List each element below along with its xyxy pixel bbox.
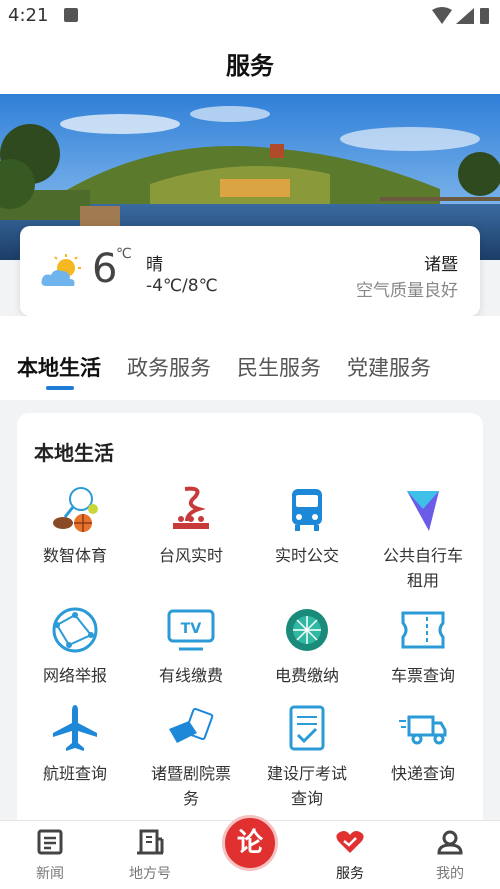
active-tab-indicator bbox=[46, 386, 74, 390]
weather-card[interactable]: 6 ℃ 晴 -4℃/8℃ 诸暨 空气质量良好 bbox=[20, 226, 480, 316]
service-label: 电费缴纳 bbox=[274, 666, 339, 685]
temperature-value: 6 bbox=[92, 246, 118, 292]
delivery-truck-icon bbox=[399, 715, 447, 745]
service-flight[interactable]: 航班查询 bbox=[17, 703, 133, 786]
bike-arrow-icon bbox=[407, 491, 439, 531]
category-tabs: 本地生活 政务服务 民生服务 党建服务 bbox=[0, 316, 500, 400]
signal-battery-icon bbox=[432, 7, 489, 24]
sports-icon bbox=[53, 487, 98, 532]
tab-local-life[interactable]: 本地生活 bbox=[17, 352, 101, 382]
nav-label: 我的 bbox=[436, 866, 464, 882]
service-ticket-query[interactable]: 车票查询 bbox=[365, 605, 481, 688]
service-theater-tickets[interactable]: 诸暨剧院票务 bbox=[133, 703, 249, 811]
nav-label: 地方号 bbox=[129, 866, 171, 882]
clipboard-check-icon bbox=[289, 705, 325, 751]
service-cable-fee[interactable]: TV 有线缴费 bbox=[133, 605, 249, 688]
center-discussion-button[interactable]: 论 bbox=[222, 815, 278, 871]
service-label: 车票查询 bbox=[390, 666, 455, 685]
temperature-range: -4℃/8℃ bbox=[146, 276, 218, 296]
tab-party-building[interactable]: 党建服务 bbox=[347, 352, 431, 382]
service-label: 实时公交 bbox=[274, 546, 339, 565]
city-name: 诸暨 bbox=[424, 255, 458, 275]
building-icon bbox=[137, 829, 164, 855]
service-label: 网络举报 bbox=[42, 666, 107, 685]
typhoon-icon bbox=[173, 486, 209, 529]
airplane-icon bbox=[53, 705, 97, 751]
bus-icon bbox=[292, 489, 322, 531]
service-label: 航班查询 bbox=[42, 764, 107, 783]
page-title: 服务 bbox=[226, 52, 274, 80]
tv-icon: TV bbox=[167, 609, 215, 651]
network-icon bbox=[52, 607, 98, 653]
nav-label: 新闻 bbox=[36, 866, 64, 882]
nav-label: 服务 bbox=[336, 866, 364, 882]
service-electricity[interactable]: 电费缴纳 bbox=[249, 605, 365, 688]
nav-news[interactable]: 新闻 bbox=[10, 829, 90, 883]
profile-icon bbox=[437, 830, 463, 855]
service-card: 本地生活 数智体育 台风实时 实时公交 公共自行车租用 网络举报 TV 有线缴费… bbox=[17, 413, 483, 833]
ticket-icon bbox=[401, 611, 445, 649]
theater-ticket-icon bbox=[169, 707, 214, 743]
service-heart-icon bbox=[336, 831, 364, 853]
service-label: 数智体育 bbox=[42, 546, 107, 565]
service-bus[interactable]: 实时公交 bbox=[249, 485, 365, 568]
power-grid-icon bbox=[286, 609, 328, 651]
svg-text:TV: TV bbox=[181, 621, 202, 637]
sunny-cloud-icon bbox=[41, 254, 81, 286]
service-exam-query[interactable]: 建设厅考试查询 bbox=[249, 703, 365, 811]
service-public-bike[interactable]: 公共自行车租用 bbox=[365, 485, 481, 593]
center-button-label: 论 bbox=[236, 828, 263, 858]
temperature-unit: ℃ bbox=[116, 246, 132, 262]
bottom-nav: 新闻 地方号 论 服务 我的 bbox=[0, 815, 500, 889]
nav-service[interactable]: 服务 bbox=[310, 829, 390, 883]
news-icon bbox=[37, 829, 63, 855]
service-typhoon[interactable]: 台风实时 bbox=[133, 485, 249, 568]
service-sports[interactable]: 数智体育 bbox=[17, 485, 133, 568]
status-time: 4:21 bbox=[8, 5, 49, 26]
service-label: 诸暨剧院票务 bbox=[150, 764, 231, 808]
service-express[interactable]: 快递查询 bbox=[365, 703, 481, 786]
service-label: 台风实时 bbox=[158, 546, 223, 565]
service-label: 快递查询 bbox=[390, 764, 455, 783]
tab-government[interactable]: 政务服务 bbox=[127, 352, 211, 382]
service-label: 建设厅考试查询 bbox=[266, 764, 347, 808]
tab-livelihood[interactable]: 民生服务 bbox=[237, 352, 321, 382]
weather-condition: 晴 bbox=[146, 255, 163, 275]
page-header: 服务 bbox=[0, 34, 500, 94]
status-bar: 4:21 bbox=[0, 0, 500, 34]
section-title: 本地生活 bbox=[34, 441, 114, 465]
nav-profile[interactable]: 我的 bbox=[410, 829, 490, 883]
air-quality: 空气质量良好 bbox=[356, 281, 458, 301]
notification-icon bbox=[64, 8, 78, 22]
service-label: 公共自行车租用 bbox=[382, 546, 463, 590]
nav-local[interactable]: 地方号 bbox=[110, 829, 190, 883]
service-label: 有线缴费 bbox=[158, 666, 223, 685]
service-network-report[interactable]: 网络举报 bbox=[17, 605, 133, 688]
